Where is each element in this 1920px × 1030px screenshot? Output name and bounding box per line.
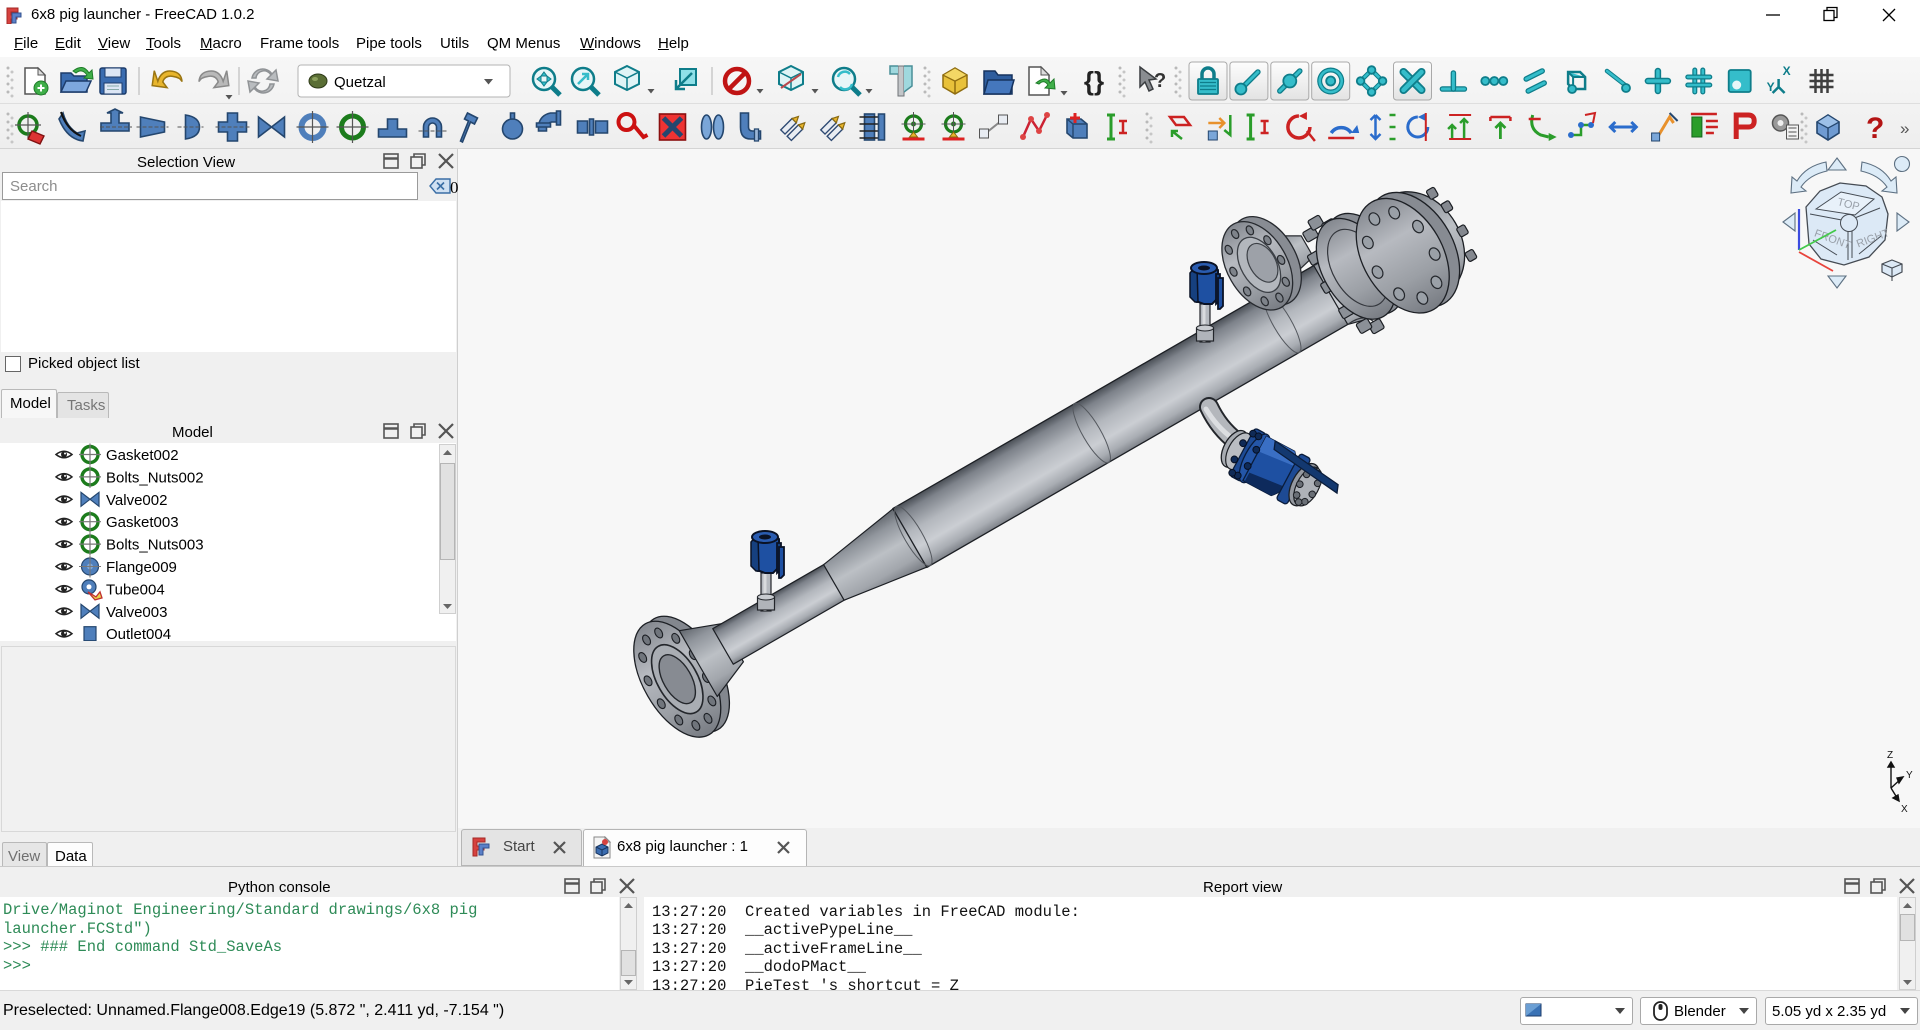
svg-text:Bolts_Nuts002: Bolts_Nuts002 (106, 469, 204, 486)
svg-text:X: X (1901, 804, 1908, 815)
svg-text:Y: Y (1906, 770, 1913, 781)
svg-text:Valve002: Valve002 (106, 492, 167, 509)
svg-text:Bolts_Nuts003: Bolts_Nuts003 (106, 537, 204, 554)
svg-text:?: ? (1154, 70, 1166, 92)
svg-text:X: X (1783, 64, 1791, 78)
svg-text:Z: Z (1887, 750, 1893, 761)
svg-text:Gasket002: Gasket002 (106, 447, 179, 464)
svg-text:Flange009: Flange009 (106, 559, 177, 576)
svg-text:?: ? (1866, 112, 1884, 145)
svg-text:Outlet004: Outlet004 (106, 626, 171, 641)
svg-text:0: 0 (450, 178, 458, 197)
svg-text:Y: Y (1767, 80, 1775, 94)
svg-text:{}: {} (1084, 66, 1104, 96)
svg-text:Gasket003: Gasket003 (106, 514, 179, 531)
svg-text:»: » (1900, 119, 1909, 138)
svg-text:Valve003: Valve003 (106, 604, 167, 621)
svg-text:Tube004: Tube004 (106, 581, 165, 598)
svg-text:Quetzal: Quetzal (334, 74, 386, 91)
